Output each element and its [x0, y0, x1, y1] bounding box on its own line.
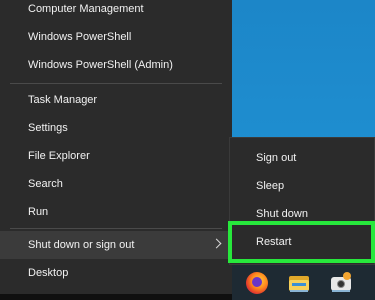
- taskbar: [232, 265, 375, 300]
- menu-item-search[interactable]: Search: [0, 170, 232, 198]
- menu-item-run[interactable]: Run: [0, 198, 232, 226]
- menu-item-windows-powershell[interactable]: Windows PowerShell: [0, 23, 232, 51]
- menu-item-desktop[interactable]: Desktop: [0, 259, 232, 287]
- menu-item-label: Task Manager: [28, 94, 98, 106]
- menu-item-windows-powershell-admin[interactable]: Windows PowerShell (Admin): [0, 51, 232, 79]
- submenu-item-sign-out[interactable]: Sign out: [230, 144, 374, 172]
- active-app-indicator: [290, 290, 308, 292]
- submenu-item-label: Sign out: [256, 152, 297, 164]
- menu-item-label: Run: [28, 206, 49, 218]
- menu-item-label: Desktop: [28, 267, 69, 279]
- menu-item-label: Settings: [28, 122, 68, 134]
- file-explorer-icon[interactable]: [288, 272, 310, 294]
- submenu-item-sleep[interactable]: Sleep: [230, 172, 374, 200]
- menu-item-shut-down-or-sign-out[interactable]: Shut down or sign out: [0, 231, 232, 259]
- menu-item-label: Windows PowerShell (Admin): [28, 59, 173, 71]
- menu-item-label: Search: [28, 178, 63, 190]
- restart-highlight-box: [228, 221, 375, 263]
- menu-item-label: Computer Management: [28, 3, 144, 15]
- menu-item-settings[interactable]: Settings: [0, 114, 232, 142]
- menu-item-task-manager[interactable]: Task Manager: [0, 86, 232, 114]
- camera-app-icon[interactable]: [330, 272, 352, 294]
- submenu-item-label: Shut down: [256, 208, 308, 220]
- menu-separator: [10, 228, 222, 229]
- menu-separator: [10, 83, 222, 84]
- menu-item-label: Windows PowerShell: [28, 31, 132, 43]
- chevron-right-icon: [211, 238, 222, 249]
- active-app-indicator: [332, 290, 350, 292]
- menu-item-label: Shut down or sign out: [28, 239, 135, 251]
- menu-item-file-explorer[interactable]: File Explorer: [0, 142, 232, 170]
- winx-power-user-menu: Computer Management Windows PowerShell W…: [0, 0, 232, 294]
- submenu-item-label: Sleep: [256, 180, 285, 192]
- menu-item-computer-management[interactable]: Computer Management: [0, 0, 232, 23]
- firefox-icon[interactable]: [246, 272, 268, 294]
- menu-item-label: File Explorer: [28, 150, 90, 162]
